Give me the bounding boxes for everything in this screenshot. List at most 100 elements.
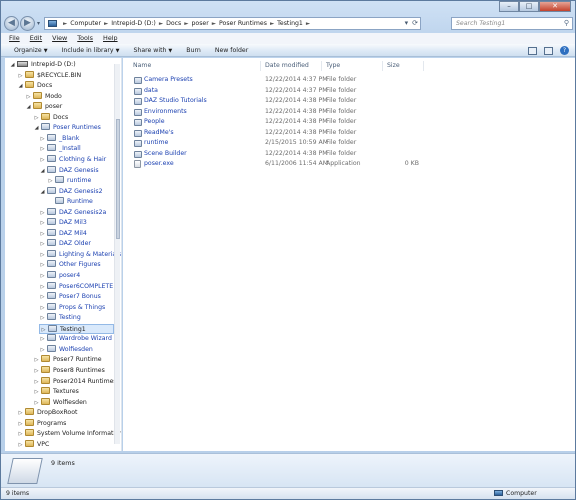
expanded-arrow-icon[interactable]: ◢ [33,123,40,133]
breadcrumb-item[interactable]: poser [192,20,209,27]
menu-help[interactable]: Help [103,33,118,44]
breadcrumb-item[interactable]: Computer [70,20,101,27]
file-row[interactable]: runtime 2/15/2015 10:59 AM File folder [130,138,570,148]
tree-item[interactable]: ▷ DAZ Mil4 [39,228,87,239]
collapsed-arrow-icon[interactable]: ▷ [39,271,46,281]
refresh-icon[interactable]: ⟳ [412,19,418,27]
tree-item[interactable]: ▷ Programs [17,418,66,429]
tree-item[interactable]: ▷ Testing1 [39,323,114,334]
tree-item[interactable]: ▷ poser4 [39,271,80,281]
tree-item[interactable]: ▷ Modo [25,91,62,102]
recent-pages-dropdown-icon[interactable]: ▾ [37,20,40,27]
column-header-size[interactable]: Size [387,62,400,69]
collapsed-arrow-icon[interactable]: ▷ [39,334,46,344]
preview-pane-icon[interactable] [544,46,553,55]
tree-item[interactable]: ▷ Wardrobe Wizard [39,334,112,344]
breadcrumb-separator-icon[interactable]: ► [159,21,163,27]
help-icon[interactable]: ? [560,46,569,55]
tree-item[interactable]: ▷ Clothing & Hair [39,154,106,165]
tree-item[interactable]: ▷ DAZ Older [39,239,91,249]
collapsed-arrow-icon[interactable]: ▷ [39,313,46,323]
collapsed-arrow-icon[interactable]: ▷ [17,71,24,81]
breadcrumb-separator-icon[interactable]: ► [270,21,274,27]
collapsed-arrow-icon[interactable]: ▷ [17,408,24,418]
tree-item[interactable]: ◢ DAZ Genesis [39,165,99,176]
tree-item[interactable]: ▷ System Volume Information [17,429,121,439]
collapsed-arrow-icon[interactable]: ▷ [39,134,46,144]
tree-item[interactable]: ▷ _Blank [39,133,79,144]
share-with-button[interactable]: Share with ▼ [133,47,172,54]
breadcrumb-item[interactable]: Poser Runtimes [219,20,267,27]
tree-item[interactable]: ▷ Textures [33,387,79,397]
collapsed-arrow-icon[interactable]: ▷ [39,239,46,249]
tree-item[interactable]: ▷ Testing [39,313,81,323]
address-dropdown-icon[interactable]: ▾ [405,19,409,27]
menu-edit[interactable]: Edit [30,33,42,44]
breadcrumb-separator-icon[interactable]: ► [184,21,188,27]
menu-file[interactable]: File [9,33,20,44]
collapsed-arrow-icon[interactable]: ▷ [17,429,24,439]
tree-item[interactable]: ◢ DAZ Genesis2 [39,186,103,197]
file-row[interactable]: Scene Builder 12/22/2014 4:38 PM File fold… [130,149,570,159]
breadcrumb-separator-icon[interactable]: ► [212,21,216,27]
tree-item[interactable]: ▷ _Install [39,144,81,154]
tree-item[interactable]: ▷ Poser7 Runtime [33,355,102,365]
organize-button[interactable]: Organize ▼ [14,47,48,54]
maximize-button[interactable]: □ [519,1,539,12]
menu-view[interactable]: View [52,33,67,44]
tree-item[interactable]: ◢ Intrepid-D (D:) [9,60,76,70]
burn-button[interactable]: Burn [186,47,201,54]
tree-item[interactable]: ▷ Docs [33,112,68,123]
expanded-arrow-icon[interactable]: ◢ [25,102,32,112]
file-row[interactable]: poser.exe 6/11/2006 11:54 AM Application 0 … [130,159,570,169]
breadcrumb-item[interactable]: Docs [166,20,181,27]
breadcrumb-separator-icon[interactable]: ► [104,21,108,27]
collapsed-arrow-icon[interactable]: ▷ [47,176,54,186]
collapsed-arrow-icon[interactable]: ▷ [39,229,46,239]
tree-item[interactable]: ▷ Wolfiesden [39,344,93,355]
new-folder-button[interactable]: New folder [215,47,248,54]
breadcrumb-separator-icon[interactable]: ► [306,21,310,27]
tree-item[interactable]: ▷ $RECYCLE.BIN [17,70,81,81]
file-row[interactable]: DAZ Studio Tutorials 12/22/2014 4:38 PM Fi… [130,96,570,106]
tree-item[interactable]: ▷ Poser6COMPLETE [39,281,113,292]
tree-item[interactable]: ▷ Lighting & Materials [39,249,121,260]
menu-tools[interactable]: Tools [77,33,93,44]
column-header-date[interactable]: Date modified [265,62,309,69]
collapsed-arrow-icon[interactable]: ▷ [25,92,32,102]
tree-item[interactable]: ▷ Wolfiesden [33,397,87,408]
tree-item[interactable]: ▷ DAZ Mil3 [39,218,87,228]
file-row[interactable]: Environments 12/22/2014 4:38 PM File folde… [130,107,570,117]
close-button[interactable]: ✕ [539,1,571,12]
scrollbar-thumb[interactable] [116,119,120,239]
collapsed-arrow-icon[interactable]: ▷ [39,260,46,270]
tree-item[interactable]: ▷ Poser2014 Runtimes [33,376,117,387]
collapsed-arrow-icon[interactable]: ▷ [39,218,46,228]
tree-item[interactable]: ◢ poser [25,102,62,112]
tree-item[interactable]: ▷ Props & Things [39,302,105,313]
collapsed-arrow-icon[interactable]: ▷ [33,398,40,408]
expanded-arrow-icon[interactable]: ◢ [39,187,46,197]
forward-button[interactable]: ▶ [20,16,35,31]
collapsed-arrow-icon[interactable]: ▷ [17,419,24,429]
back-button[interactable]: ◀ [4,16,19,31]
navigation-scrollbar[interactable] [114,64,120,444]
collapsed-arrow-icon[interactable]: ▷ [33,355,40,365]
tree-item[interactable]: ▷ DropBoxRoot [17,408,77,418]
collapsed-arrow-icon[interactable]: ▷ [39,208,46,218]
tree-item[interactable]: ▷ Other Figures [39,260,101,270]
breadcrumb-item[interactable]: Testing1 [277,20,303,27]
change-view-icon[interactable] [528,46,537,55]
tree-item[interactable]: ▷ runtime [47,176,91,186]
tree-item[interactable]: ▷ Poser8 Runtimes [33,365,105,376]
expanded-arrow-icon[interactable]: ◢ [9,60,16,70]
collapsed-arrow-icon[interactable]: ▷ [39,303,46,313]
collapsed-arrow-icon[interactable]: ▷ [39,345,46,355]
collapsed-arrow-icon[interactable]: ▷ [39,292,46,302]
collapsed-arrow-icon[interactable]: ▷ [39,155,46,165]
tree-item[interactable]: ▷ DAZ Genesis2a [39,207,106,218]
collapsed-arrow-icon[interactable]: ▷ [17,440,24,450]
breadcrumb-item[interactable]: Intrepid-D (D:) [111,20,156,27]
include-in-library-button[interactable]: Include in library ▼ [62,47,120,54]
collapsed-arrow-icon[interactable]: ▷ [39,144,46,154]
